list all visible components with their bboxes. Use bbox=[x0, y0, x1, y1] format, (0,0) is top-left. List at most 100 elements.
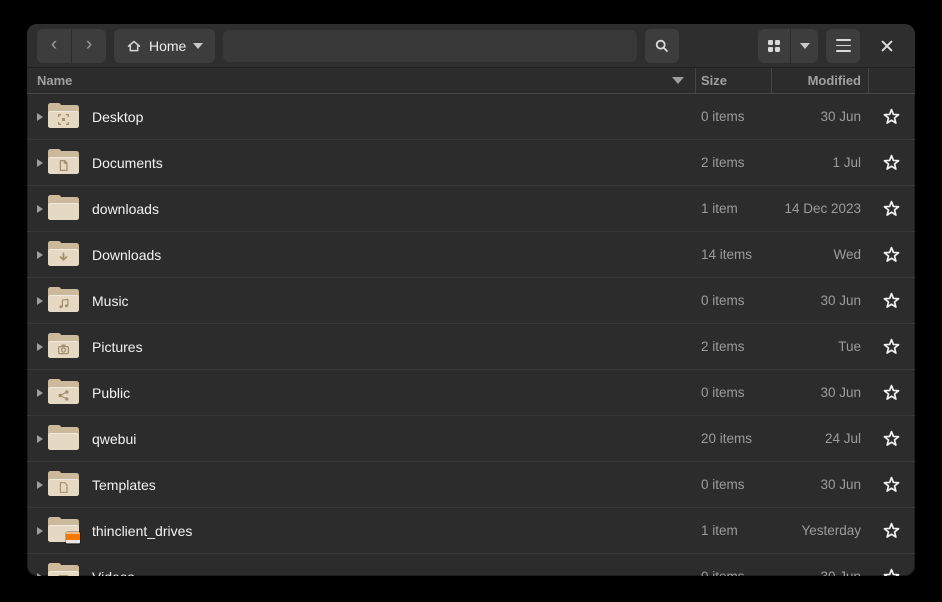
back-chevron-icon: ‹ bbox=[51, 35, 57, 54]
star-button[interactable] bbox=[868, 338, 915, 355]
table-row[interactable]: Desktop 0 items 30 Jun bbox=[27, 94, 915, 140]
main-menu-button[interactable] bbox=[826, 29, 860, 63]
column-header-modified[interactable]: Modified bbox=[771, 68, 868, 93]
column-header-name[interactable]: Name bbox=[27, 73, 695, 88]
file-modified: 30 Jun bbox=[771, 477, 868, 492]
star-button[interactable] bbox=[868, 292, 915, 309]
row-expander-cell[interactable] bbox=[27, 389, 48, 397]
search-button[interactable] bbox=[645, 29, 679, 63]
share-emblem-icon bbox=[57, 389, 70, 402]
file-name: Pictures bbox=[85, 339, 695, 355]
file-modified: Tue bbox=[771, 339, 868, 354]
forward-chevron-icon: › bbox=[86, 35, 92, 54]
drive-emblem-icon bbox=[66, 532, 80, 544]
table-row[interactable]: Videos 0 items 30 Jun bbox=[27, 554, 915, 576]
file-modified: Wed bbox=[771, 247, 868, 262]
table-row[interactable]: Public 0 items 30 Jun bbox=[27, 370, 915, 416]
table-row[interactable]: downloads 1 item 14 Dec 2023 bbox=[27, 186, 915, 232]
row-icon-cell bbox=[48, 380, 85, 405]
desktop-emblem-icon bbox=[57, 113, 70, 126]
expand-triangle-icon bbox=[37, 113, 43, 121]
row-expander-cell[interactable] bbox=[27, 205, 48, 213]
star-button[interactable] bbox=[868, 568, 915, 576]
file-name: Desktop bbox=[85, 109, 695, 125]
search-icon bbox=[654, 38, 670, 54]
table-row[interactable]: Templates 0 items 30 Jun bbox=[27, 462, 915, 508]
chevron-down-icon bbox=[193, 43, 203, 49]
star-button[interactable] bbox=[868, 108, 915, 125]
star-button[interactable] bbox=[868, 476, 915, 493]
view-switcher-group bbox=[758, 29, 818, 63]
template-emblem-icon bbox=[57, 481, 70, 494]
star-button[interactable] bbox=[868, 522, 915, 539]
table-row[interactable]: Music 0 items 30 Jun bbox=[27, 278, 915, 324]
folder-icon bbox=[48, 334, 79, 359]
expand-triangle-icon bbox=[37, 343, 43, 351]
file-size: 2 items bbox=[695, 339, 771, 354]
folder-icon bbox=[48, 288, 79, 313]
row-expander-cell[interactable] bbox=[27, 159, 48, 167]
row-expander-cell[interactable] bbox=[27, 527, 48, 535]
file-name: thinclient_drives bbox=[85, 523, 695, 539]
window-close-button[interactable] bbox=[873, 32, 901, 60]
star-button[interactable] bbox=[868, 430, 915, 447]
row-expander-cell[interactable] bbox=[27, 113, 48, 121]
grid-view-icon bbox=[768, 40, 780, 52]
row-expander-cell[interactable] bbox=[27, 343, 48, 351]
download-arrow-emblem-icon bbox=[57, 251, 70, 264]
table-row[interactable]: Downloads 14 items Wed bbox=[27, 232, 915, 278]
file-name: downloads bbox=[85, 201, 695, 217]
table-row[interactable]: thinclient_drives 1 item Yesterday bbox=[27, 508, 915, 554]
history-nav-group: ‹ › bbox=[37, 29, 106, 63]
current-location-button[interactable]: Home bbox=[114, 29, 215, 63]
column-header-size[interactable]: Size bbox=[695, 68, 771, 93]
table-row[interactable]: qwebui 20 items 24 Jul bbox=[27, 416, 915, 462]
chevron-down-icon bbox=[800, 43, 810, 49]
star-icon bbox=[883, 338, 900, 355]
back-button[interactable]: ‹ bbox=[37, 29, 71, 63]
star-icon bbox=[883, 154, 900, 171]
file-size: 0 items bbox=[695, 569, 771, 576]
table-row[interactable]: Pictures 2 items Tue bbox=[27, 324, 915, 370]
row-expander-cell[interactable] bbox=[27, 573, 48, 577]
folder-icon bbox=[48, 426, 79, 451]
star-button[interactable] bbox=[868, 154, 915, 171]
row-icon-cell bbox=[48, 242, 85, 267]
star-icon bbox=[883, 292, 900, 309]
expand-triangle-icon bbox=[37, 205, 43, 213]
file-size: 2 items bbox=[695, 155, 771, 170]
file-manager-window: ‹ › Home bbox=[27, 24, 915, 576]
column-modified-label: Modified bbox=[808, 73, 861, 88]
file-size: 20 items bbox=[695, 431, 771, 446]
headerbar: ‹ › Home bbox=[27, 24, 915, 68]
table-row[interactable]: Documents 2 items 1 Jul bbox=[27, 140, 915, 186]
forward-button[interactable]: › bbox=[72, 29, 106, 63]
row-expander-cell[interactable] bbox=[27, 435, 48, 443]
row-icon-cell bbox=[48, 472, 85, 497]
star-icon bbox=[883, 384, 900, 401]
row-expander-cell[interactable] bbox=[27, 481, 48, 489]
file-modified: 24 Jul bbox=[771, 431, 868, 446]
star-icon bbox=[883, 200, 900, 217]
file-size: 0 items bbox=[695, 477, 771, 492]
star-button[interactable] bbox=[868, 246, 915, 263]
file-modified: Yesterday bbox=[771, 523, 868, 538]
file-name: Templates bbox=[85, 477, 695, 493]
file-name: qwebui bbox=[85, 431, 695, 447]
camera-emblem-icon bbox=[57, 343, 70, 356]
row-icon-cell bbox=[48, 426, 85, 451]
expand-triangle-icon bbox=[37, 573, 43, 577]
folder-icon bbox=[48, 380, 79, 405]
row-expander-cell[interactable] bbox=[27, 297, 48, 305]
file-modified: 30 Jun bbox=[771, 569, 868, 576]
star-button[interactable] bbox=[868, 200, 915, 217]
star-icon bbox=[883, 246, 900, 263]
grid-view-button[interactable] bbox=[758, 29, 790, 63]
expand-triangle-icon bbox=[37, 297, 43, 305]
view-options-button[interactable] bbox=[791, 29, 818, 63]
location-bar-input[interactable] bbox=[223, 30, 637, 62]
expand-triangle-icon bbox=[37, 481, 43, 489]
star-button[interactable] bbox=[868, 384, 915, 401]
row-icon-cell bbox=[48, 150, 85, 175]
row-expander-cell[interactable] bbox=[27, 251, 48, 259]
